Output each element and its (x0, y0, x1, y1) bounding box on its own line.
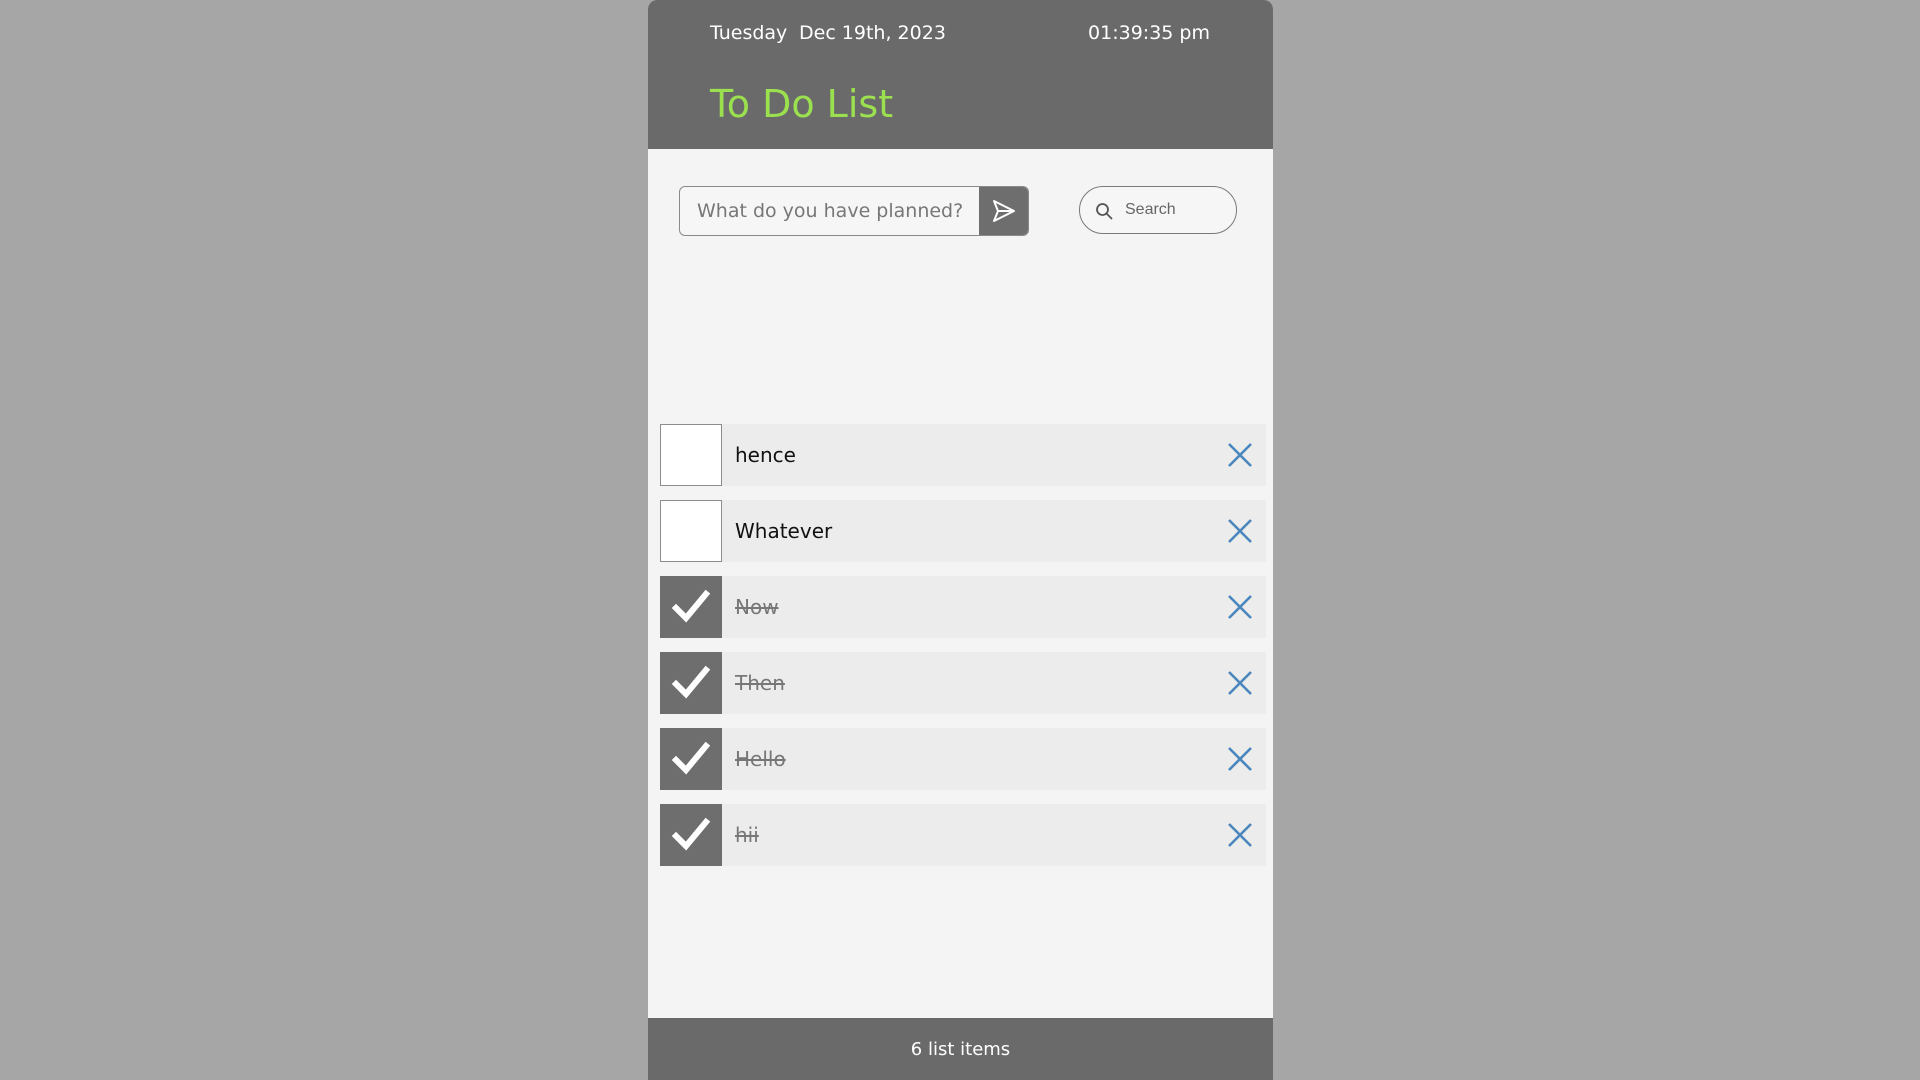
list-item: hii (660, 804, 1266, 866)
app-footer: 6 list items (648, 1018, 1273, 1080)
list-item: Now (660, 576, 1266, 638)
list-item: hence (660, 424, 1266, 486)
checkmark-icon (671, 665, 711, 699)
search-input[interactable] (1125, 187, 1230, 233)
day-label: Tuesday (710, 22, 788, 44)
search-icon (1096, 203, 1113, 220)
checkmark-icon (671, 741, 711, 775)
checkmark-icon (671, 589, 711, 623)
list-item: Whatever (660, 500, 1266, 562)
item-label: Whatever (735, 519, 833, 543)
delete-icon[interactable] (1226, 821, 1254, 849)
item-label: Hello (735, 747, 786, 771)
send-icon (992, 200, 1015, 222)
item-checkbox[interactable] (660, 424, 722, 486)
delete-icon[interactable] (1226, 441, 1254, 469)
task-input[interactable] (680, 187, 970, 235)
delete-icon[interactable] (1226, 517, 1254, 545)
item-label: hii (735, 823, 759, 847)
page-title: To Do List (710, 82, 894, 126)
delete-icon[interactable] (1226, 669, 1254, 697)
item-checkbox[interactable] (660, 652, 722, 714)
list-item: Then (660, 652, 1266, 714)
item-checkbox[interactable] (660, 576, 722, 638)
search-box (1079, 186, 1237, 234)
item-label: Then (735, 671, 785, 695)
item-checkbox[interactable] (660, 804, 722, 866)
item-label: Now (735, 595, 779, 619)
todo-list: hence Whatever Now Then Hello hii (660, 424, 1266, 880)
task-input-group (679, 186, 1029, 236)
time-label: 01:39:35 pm (1088, 22, 1210, 44)
date-label: Dec 19th, 2023 (799, 22, 946, 44)
item-count: 6 list items (910, 1038, 1011, 1060)
item-checkbox[interactable] (660, 728, 722, 790)
delete-icon[interactable] (1226, 745, 1254, 773)
item-checkbox[interactable] (660, 500, 722, 562)
send-button[interactable] (979, 187, 1028, 235)
checkmark-icon (671, 817, 711, 851)
todo-app: Tuesday Dec 19th, 2023 01:39:35 pm To Do… (648, 0, 1273, 1080)
list-item: Hello (660, 728, 1266, 790)
app-header: Tuesday Dec 19th, 2023 01:39:35 pm To Do… (648, 0, 1273, 149)
delete-icon[interactable] (1226, 593, 1254, 621)
item-label: hence (735, 443, 796, 467)
